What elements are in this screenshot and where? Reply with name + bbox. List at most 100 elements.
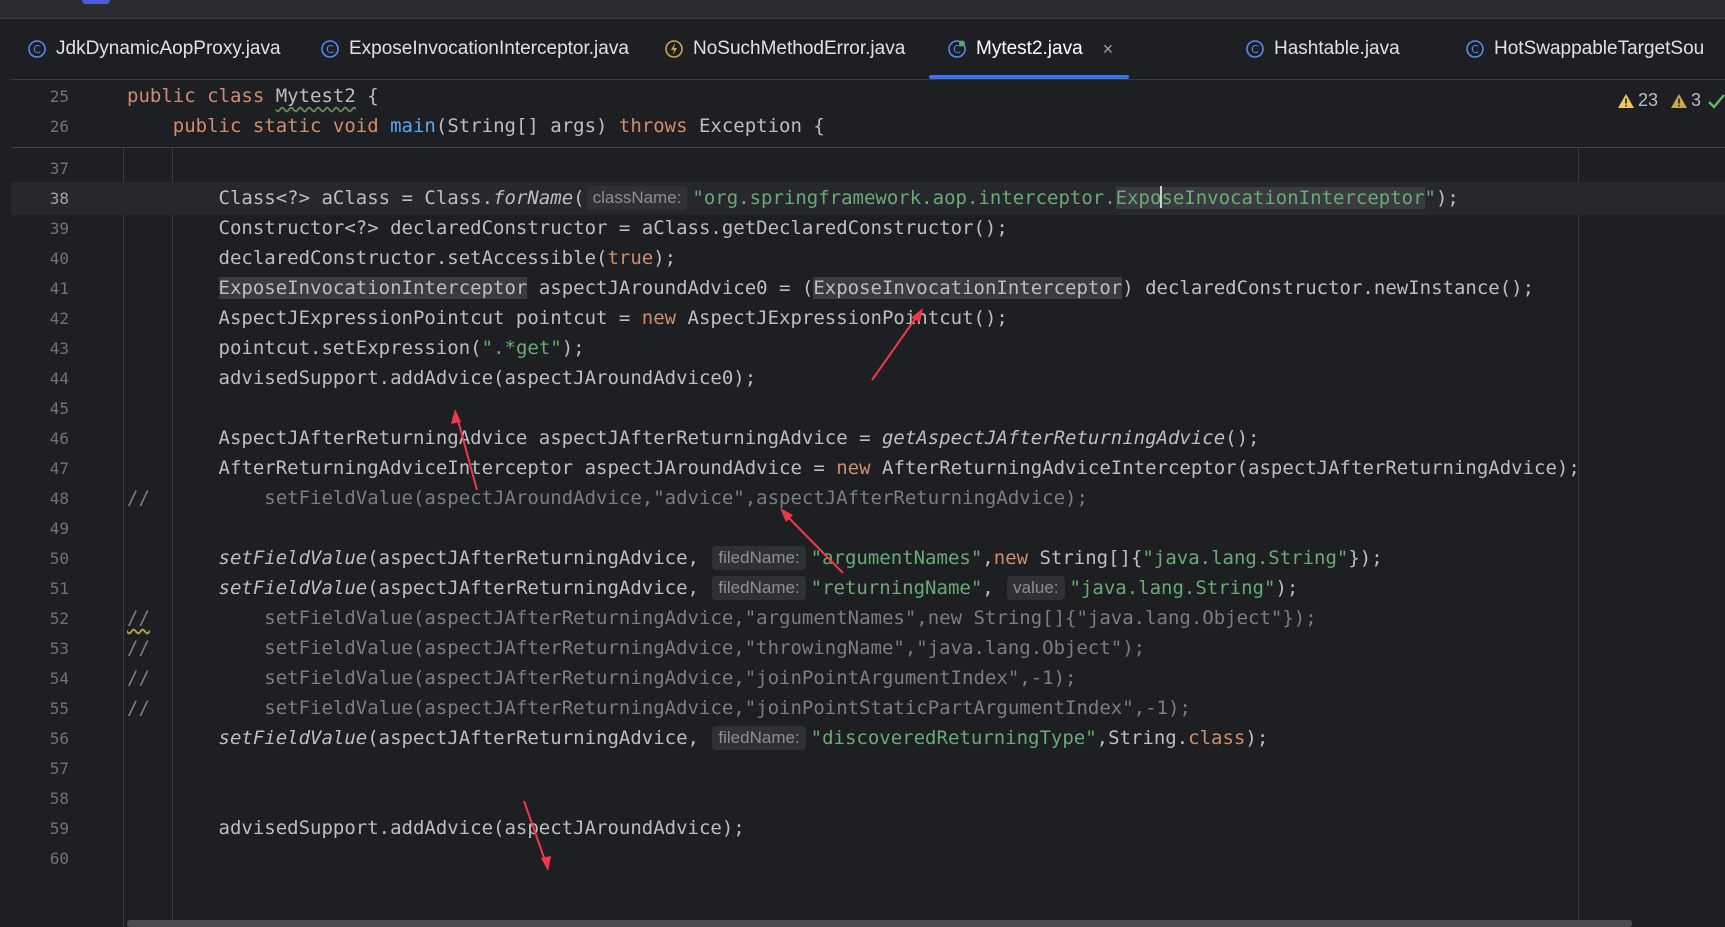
token-keyword: new (641, 307, 677, 329)
line-number: 43 (49, 339, 69, 358)
tab-exposeinvocationinterceptor[interactable]: C ExposeInvocationInterceptor.java (320, 19, 629, 79)
code-line-44: 44 advisedSupport.addAdvice(aspectJAroun… (11, 362, 1725, 395)
token-comment: setFieldValue(aspectJAroundAdvice,"advic… (149, 487, 1088, 509)
line-number: 26 (49, 117, 69, 136)
token-text: String[]{ (1028, 547, 1143, 569)
code-line-50: 50 setFieldValue(aspectJAfterReturningAd… (11, 542, 1725, 575)
code-comment: // setFieldValue(aspectJAfterReturningAd… (127, 662, 1076, 695)
comment-marker: // (127, 637, 150, 659)
line-number: 44 (49, 369, 69, 388)
horizontal-scrollbar[interactable] (127, 920, 1632, 927)
token-text: }); (1348, 547, 1383, 569)
close-tab-icon[interactable]: × (1103, 39, 1114, 60)
active-tab-underline (929, 75, 1130, 79)
token-comment: setFieldValue(aspectJAfterReturningAdvic… (149, 667, 1077, 689)
parameter-hint: value: (1007, 576, 1065, 600)
code-text: advisedSupport.addAdvice(aspectJAroundAd… (127, 362, 757, 395)
token-keyword: true (607, 247, 654, 269)
line-number: 50 (49, 549, 69, 568)
token-keyword: new (993, 547, 1029, 569)
code-line-25: 25 public class Mytest2 { (11, 80, 1725, 113)
token-string: ".*get" (481, 337, 562, 359)
token-text: AfterReturningAdviceInterceptor(aspectJA… (870, 457, 1580, 479)
code-line-48: 48 // setFieldValue(aspectJAroundAdvice,… (11, 482, 1725, 515)
parameter-hint: filedName: (712, 546, 806, 570)
code-text: AfterReturningAdviceInterceptor aspectJA… (127, 452, 1580, 485)
token-string: " (1424, 187, 1436, 209)
line-number: 38 (49, 189, 69, 208)
code-line-26: 26 public static void main(String[] args… (11, 110, 1725, 143)
code-line-40: 40 declaredConstructor.setAccessible(tru… (11, 242, 1725, 275)
code-line-38: 38 Class<?> aClass = Class.forName(class… (11, 182, 1725, 215)
token-string: "argumentNames" (810, 547, 983, 569)
tab-label: JdkDynamicAopProxy.java (56, 38, 281, 59)
tab-mytest2[interactable]: C Mytest2.java × (929, 19, 1130, 79)
token-string: "java.lang.String" (1142, 547, 1349, 569)
token-text: ( (573, 187, 585, 209)
code-line-39: 39 Constructor<?> declaredConstructor = … (11, 212, 1725, 245)
token-text: ,String. (1096, 727, 1189, 749)
tab-hotswappabletargetsource[interactable]: C HotSwappableTargetSou (1465, 19, 1704, 79)
token-string: "discoveredReturningType" (810, 727, 1097, 749)
token-keyword: public class (127, 85, 276, 107)
tab-hashtable[interactable]: C Hashtable.java (1245, 19, 1400, 79)
code-text: ExposeInvocationInterceptor aspectJAroun… (127, 272, 1534, 305)
token-text: (String[] args) (435, 115, 619, 137)
token-text: Constructor<?> declaredConstructor = aCl… (218, 217, 1008, 239)
code-line-58: 58 (11, 782, 1725, 815)
code-text: Constructor<?> declaredConstructor = aCl… (127, 212, 1008, 245)
token-text: (aspectJAfterReturningAdvice, (367, 547, 711, 569)
code-line-56: 56 setFieldValue(aspectJAfterReturningAd… (11, 722, 1725, 755)
sticky-lines-separator (11, 147, 1725, 148)
token-text: AspectJExpressionPointcut(); (676, 307, 1008, 329)
class-icon: C (1466, 40, 1484, 58)
code-comment: // setFieldValue(aspectJAfterReturningAd… (127, 632, 1145, 665)
token-text: ) declaredConstructor.newInstance(); (1122, 277, 1535, 299)
line-number: 58 (49, 789, 69, 808)
token-text: pointcut.setExpression( (218, 337, 482, 359)
token-text: , (982, 577, 1006, 599)
token-text: AfterReturningAdviceInterceptor aspectJA… (218, 457, 837, 479)
token-string: "org.springframework.aop.interceptor. (692, 187, 1116, 209)
line-number: 59 (49, 819, 69, 838)
line-number: 52 (49, 609, 69, 628)
token-text: ); (1275, 577, 1299, 599)
token-text: aspectJAroundAdvice0 = ( (527, 277, 814, 299)
token-static-method: setFieldValue (218, 577, 368, 599)
token-text: (aspectJAfterReturningAdvice, (367, 577, 711, 599)
editor-tab-bar: C JdkDynamicAopProxy.java C ExposeInvoca… (11, 19, 1725, 80)
code-editor[interactable]: 23 3 25 public class Mytest2 { 26 public… (11, 80, 1725, 927)
window-top-strip (0, 0, 1725, 19)
code-line-52: 52 // setFieldValue(aspectJAfterReturnin… (11, 602, 1725, 635)
token-text: advisedSupport.addAdvice(aspectJAroundAd… (218, 367, 757, 389)
tab-label: Hashtable.java (1274, 38, 1400, 59)
token-static-method: getAspectJAfterReturningAdvice (881, 427, 1226, 449)
token-text: ); (561, 337, 585, 359)
token-class-highlight: ExposeInvocationInterceptor (813, 277, 1123, 299)
line-number: 51 (49, 579, 69, 598)
class-icon: C (321, 40, 339, 58)
comment-marker: // (127, 667, 150, 689)
code-text: Class<?> aClass = Class.forName(classNam… (127, 182, 1459, 215)
tab-nosuchmethoderror[interactable]: NoSuchMethodError.java (664, 19, 905, 79)
line-number: 55 (49, 699, 69, 718)
token-keyword: throws (618, 115, 688, 137)
code-text: setFieldValue(aspectJAfterReturningAdvic… (127, 572, 1298, 605)
class-icon: C (28, 40, 46, 58)
token-comment: setFieldValue(aspectJAfterReturningAdvic… (149, 637, 1146, 659)
tab-jdkdynamicaopproxy[interactable]: C JdkDynamicAopProxy.java (27, 19, 281, 79)
svg-text:C: C (326, 43, 334, 56)
token-text: AspectJAfterReturningAdvice aspectJAfter… (218, 427, 882, 449)
code-line-42: 42 AspectJExpressionPointcut pointcut = … (11, 302, 1725, 335)
class-icon: C (948, 40, 966, 58)
token-string: "returningName" (810, 577, 983, 599)
